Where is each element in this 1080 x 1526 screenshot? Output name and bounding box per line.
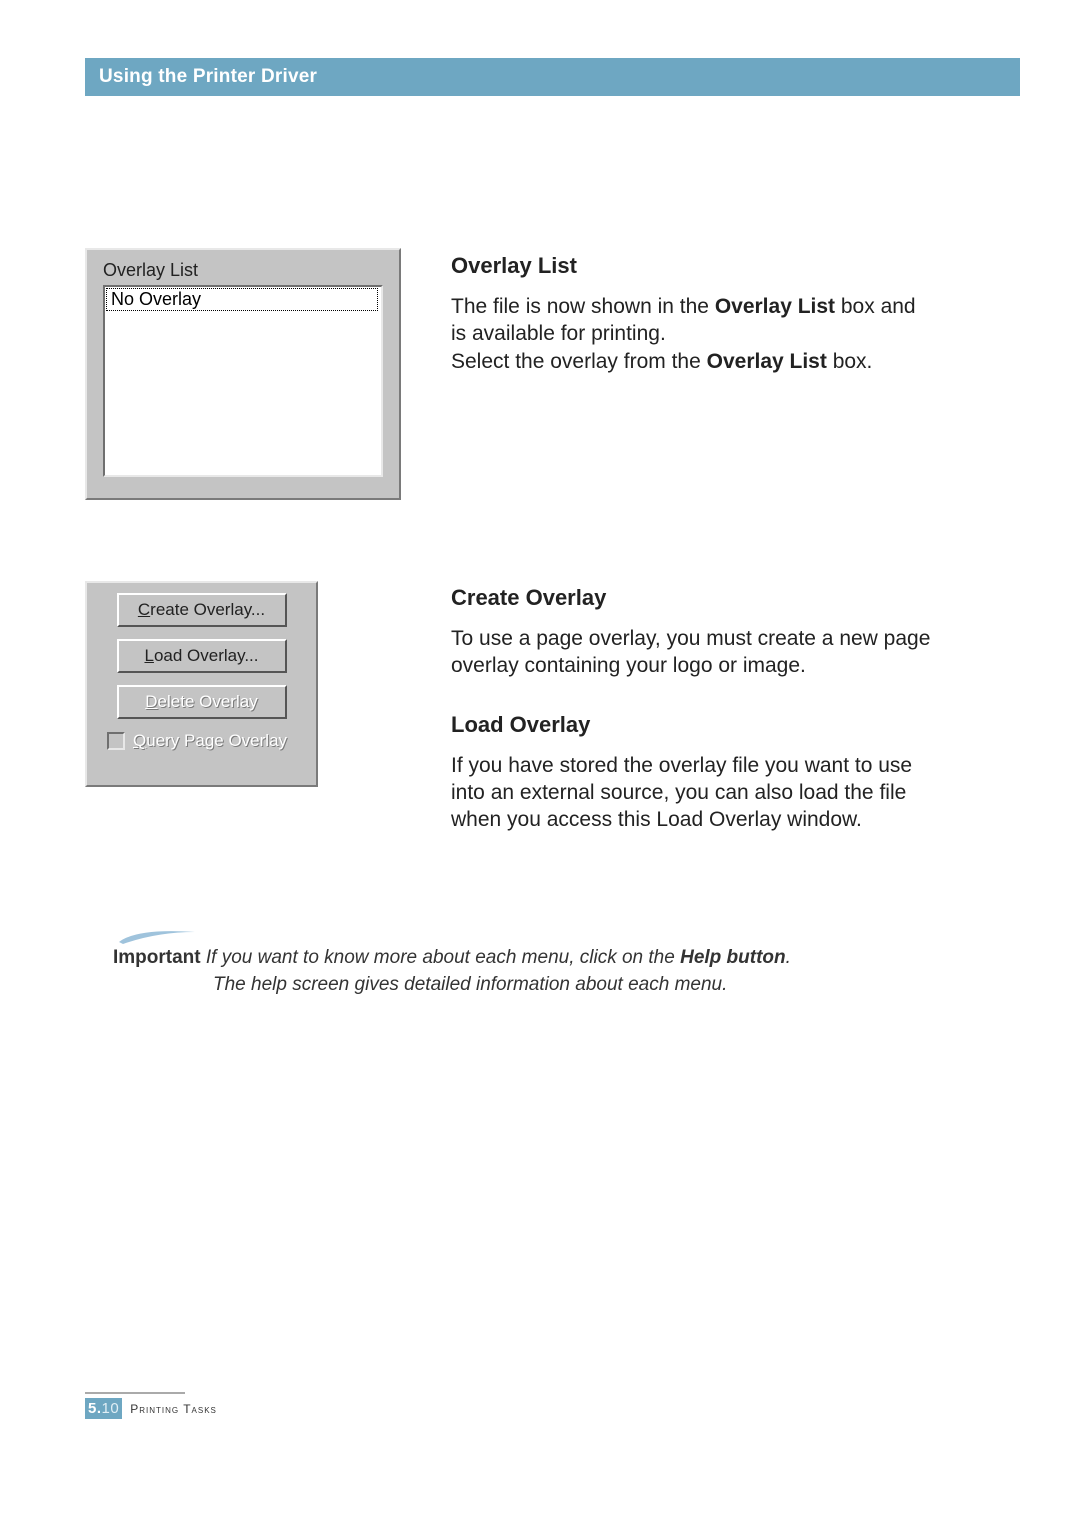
page-footer: 5.10 Printing Tasks <box>85 1392 1015 1419</box>
overlay-list-box[interactable]: No Overlay <box>103 285 383 477</box>
heading-overlay-list: Overlay List <box>451 253 929 279</box>
para-load-overlay: If you have stored the overlay file you … <box>451 752 931 834</box>
overlay-list-label: Overlay List <box>87 250 399 285</box>
important-note: Important If you want to know more about… <box>113 926 943 998</box>
create-overlay-button[interactable]: Create Overlay... <box>117 593 287 627</box>
query-page-overlay-row: Query Page Overlay <box>103 731 300 751</box>
para-overlay-list: The file is now shown in the Overlay Lis… <box>451 293 929 375</box>
overlay-list-item-no-overlay[interactable]: No Overlay <box>106 288 378 311</box>
overlay-buttons-panel: Create Overlay... Load Overlay... Delete… <box>85 581 318 787</box>
footer-section-label: Printing Tasks <box>130 1402 217 1416</box>
overlay-actions-description: Create Overlay To use a page overlay, yo… <box>451 585 931 833</box>
page-number-badge: 5.10 <box>85 1398 122 1419</box>
heading-create-overlay: Create Overlay <box>451 585 931 611</box>
para-create-overlay: To use a page overlay, you must create a… <box>451 625 931 680</box>
section-header: Using the Printer Driver <box>85 58 1020 96</box>
important-note-text: Important If you want to know more about… <box>113 945 943 998</box>
overlay-list-panel: Overlay List No Overlay <box>85 248 401 500</box>
delete-overlay-button: Delete Overlay <box>117 685 287 719</box>
overlay-list-description: Overlay List The file is now shown in th… <box>451 253 929 375</box>
query-page-overlay-checkbox <box>107 732 125 750</box>
section-header-text: Using the Printer Driver <box>99 66 317 87</box>
load-overlay-button[interactable]: Load Overlay... <box>117 639 287 673</box>
heading-load-overlay: Load Overlay <box>451 712 931 738</box>
swoosh-icon <box>117 926 197 946</box>
query-page-overlay-label: Query Page Overlay <box>133 731 287 751</box>
